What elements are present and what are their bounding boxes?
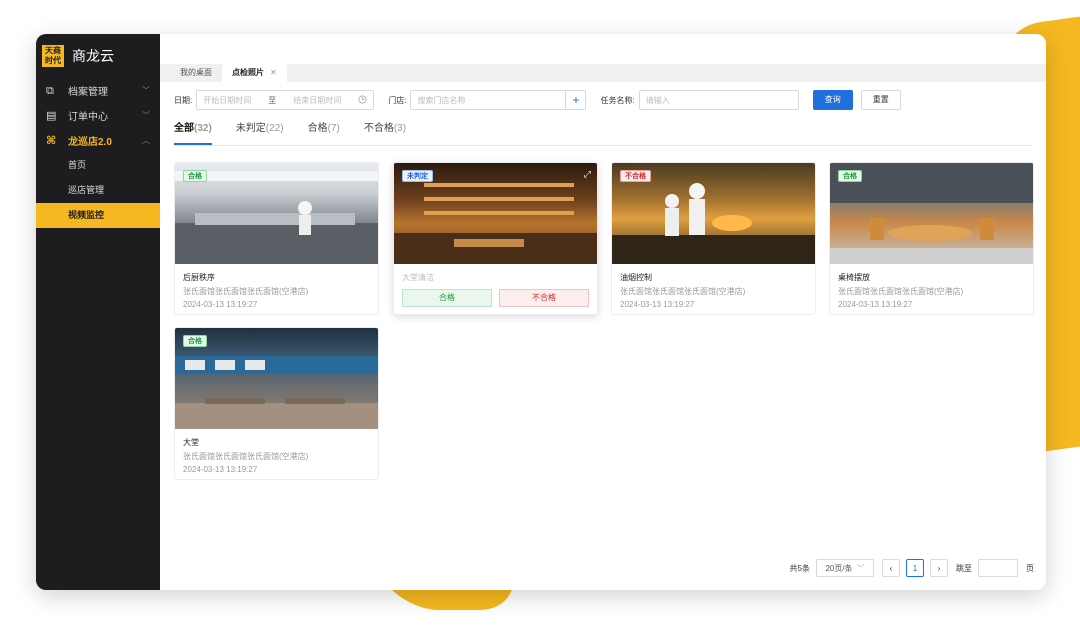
card-store: 张氏面馆张氏面馆张氏面馆(空港店) xyxy=(183,452,309,461)
photo-card[interactable]: 合格 桌椅摆放 张氏面馆张氏面馆张氏面馆(空港店) 2024-03-13 13:… xyxy=(829,162,1034,315)
photo-card[interactable]: 未判定 ⤢ 大堂清洁 合格 不合格 xyxy=(393,162,598,315)
card-time: 2024-03-13 13:19:27 xyxy=(620,300,695,309)
card-store: 张氏面馆张氏面馆张氏面馆(空港店) xyxy=(183,287,309,296)
main-content: 我的桌面 点检照片 ✕ 日期: 开始日期时间 至 结束日期时间 门店: 搜索门店名… xyxy=(160,34,1046,590)
menu-group-label: 龙巡店2.0 xyxy=(68,137,112,148)
menu-group-label: 订单中心 xyxy=(68,112,108,123)
store-placeholder: 搜索门店名称 xyxy=(417,95,466,105)
sidebar-item-store-management[interactable]: 巡店管理 xyxy=(36,178,160,203)
chevron-down-icon: ﹀ xyxy=(856,563,865,573)
chevron-down-icon: ﹀ xyxy=(142,111,150,120)
store-search-input[interactable]: 搜索门店名称 + xyxy=(410,90,587,110)
status-tabs: 全部(32) 未判定(22) 合格(7) 不合格(3) xyxy=(174,118,1032,146)
status-badge: 未判定 xyxy=(402,170,433,182)
store-label: 门店: xyxy=(388,95,407,105)
card-title: 后厨秩序 xyxy=(183,273,215,282)
goto-label: 跳至 xyxy=(956,563,972,573)
sidebar: 天商 时代 商龙云 ⧉ 档案管理 ﹀ ▤ 订单中心 ﹀ ⌘ 龙巡店2.0 ︿ 首… xyxy=(36,34,160,590)
card-title: 大堂 xyxy=(183,438,199,447)
status-badge: 合格 xyxy=(838,170,862,182)
page-number-current[interactable]: 1 xyxy=(906,559,924,577)
clock-icon xyxy=(358,94,367,106)
judge-buttons: 合格 不合格 xyxy=(394,283,597,307)
card-time: 2024-03-13 13:19:27 xyxy=(183,300,258,309)
tab-inspection-photos[interactable]: 点检照片 ✕ xyxy=(222,64,287,82)
total-count: 共5条 xyxy=(789,563,810,573)
mark-pass-button[interactable]: 合格 xyxy=(402,289,492,307)
photo-image[interactable]: 不合格 xyxy=(612,163,815,264)
mark-fail-button[interactable]: 不合格 xyxy=(499,289,589,307)
logo-mark: 天商 时代 xyxy=(42,45,64,67)
photo-card[interactable]: 不合格 油烟控制 张氏面馆张氏面馆张氏面馆(空港店) 2024-03-13 13… xyxy=(611,162,816,315)
logo-name: 商龙云 xyxy=(72,48,114,64)
photo-card[interactable]: 合格 后厨秩序 张氏面馆张氏面馆张氏面馆(空港店) 2024-03-13 13:… xyxy=(174,162,379,315)
pagination: 共5条 20页/条 ﹀ ‹ 1 › 跳至 页 xyxy=(790,559,1034,577)
card-title: 桌椅摆放 xyxy=(838,273,870,282)
menu-group-orders[interactable]: ▤ 订单中心 ﹀ xyxy=(36,103,160,128)
photo-image[interactable]: 合格 xyxy=(175,163,378,264)
close-icon[interactable]: ✕ xyxy=(270,68,277,77)
reset-button[interactable]: 重置 xyxy=(860,90,901,110)
menu-group-archive[interactable]: ⧉ 档案管理 ﹀ xyxy=(36,78,160,103)
add-store-button[interactable]: + xyxy=(565,91,585,109)
filter-bar: 日期: 开始日期时间 至 结束日期时间 门店: 搜索门店名称 + 任务名称: 请… xyxy=(160,82,1046,118)
photo-card[interactable]: 合格 大堂 张氏面馆张氏面馆张氏面馆(空港店) 2024-03-13 13:19… xyxy=(174,327,379,480)
task-name-input[interactable]: 请输入 xyxy=(638,90,799,110)
card-time: 2024-03-13 13:19:27 xyxy=(183,465,258,474)
status-tab-pass[interactable]: 合格(7) xyxy=(308,118,340,145)
date-separator: 至 xyxy=(268,95,277,105)
archive-icon: ⧉ xyxy=(46,84,54,97)
patrol-icon: ⌘ xyxy=(46,134,57,147)
sidebar-item-video-monitor[interactable]: 视频监控 xyxy=(36,203,160,228)
order-icon: ▤ xyxy=(46,109,57,122)
card-store: 张氏面馆张氏面馆张氏面馆(空港店) xyxy=(838,287,964,296)
task-placeholder: 请输入 xyxy=(645,95,670,105)
date-end-placeholder: 结束日期时间 xyxy=(293,95,342,105)
status-tab-all[interactable]: 全部(32) xyxy=(174,118,212,145)
page-suffix: 页 xyxy=(1026,563,1034,573)
card-store: 张氏面馆张氏面馆张氏面馆(空港店) xyxy=(620,287,746,296)
top-bar xyxy=(160,34,1046,64)
task-label: 任务名称: xyxy=(600,95,635,105)
page-tab-bar: 我的桌面 点检照片 ✕ xyxy=(160,64,1046,82)
menu-group-label: 档案管理 xyxy=(68,87,108,98)
expand-icon[interactable]: ⤢ xyxy=(584,169,591,180)
sidebar-item-home[interactable]: 首页 xyxy=(36,153,160,178)
goto-page-input[interactable] xyxy=(978,559,1018,577)
card-time: 2024-03-13 13:19:27 xyxy=(838,300,913,309)
next-page-button[interactable]: › xyxy=(930,559,948,577)
tab-my-desktop[interactable]: 我的桌面 xyxy=(170,64,222,82)
app-window: 天商 时代 商龙云 ⧉ 档案管理 ﹀ ▤ 订单中心 ﹀ ⌘ 龙巡店2.0 ︿ 首… xyxy=(36,34,1046,590)
query-button[interactable]: 查询 xyxy=(812,90,853,110)
page-size-select[interactable]: 20页/条 ﹀ xyxy=(816,559,874,577)
date-label: 日期: xyxy=(174,95,193,105)
chevron-down-icon: ﹀ xyxy=(142,86,150,95)
status-badge: 合格 xyxy=(183,335,207,347)
status-tab-pending[interactable]: 未判定(22) xyxy=(236,118,284,145)
logo: 天商 时代 商龙云 xyxy=(36,34,160,78)
card-title: 油烟控制 xyxy=(620,273,652,282)
card-title: 大堂清洁 xyxy=(402,273,434,282)
status-badge: 不合格 xyxy=(620,170,651,182)
menu-group-store-patrol[interactable]: ⌘ 龙巡店2.0 ︿ xyxy=(36,128,160,153)
photo-image[interactable]: 合格 xyxy=(175,328,378,429)
photo-image[interactable]: 合格 xyxy=(830,163,1033,264)
date-range-picker[interactable]: 开始日期时间 至 结束日期时间 xyxy=(196,90,375,110)
date-start-placeholder: 开始日期时间 xyxy=(203,95,252,105)
prev-page-button[interactable]: ‹ xyxy=(882,559,900,577)
status-tab-fail[interactable]: 不合格(3) xyxy=(364,118,406,145)
photo-image[interactable]: 未判定 ⤢ xyxy=(394,163,597,264)
status-badge: 合格 xyxy=(183,170,207,182)
chevron-up-icon: ︿ xyxy=(142,136,150,145)
